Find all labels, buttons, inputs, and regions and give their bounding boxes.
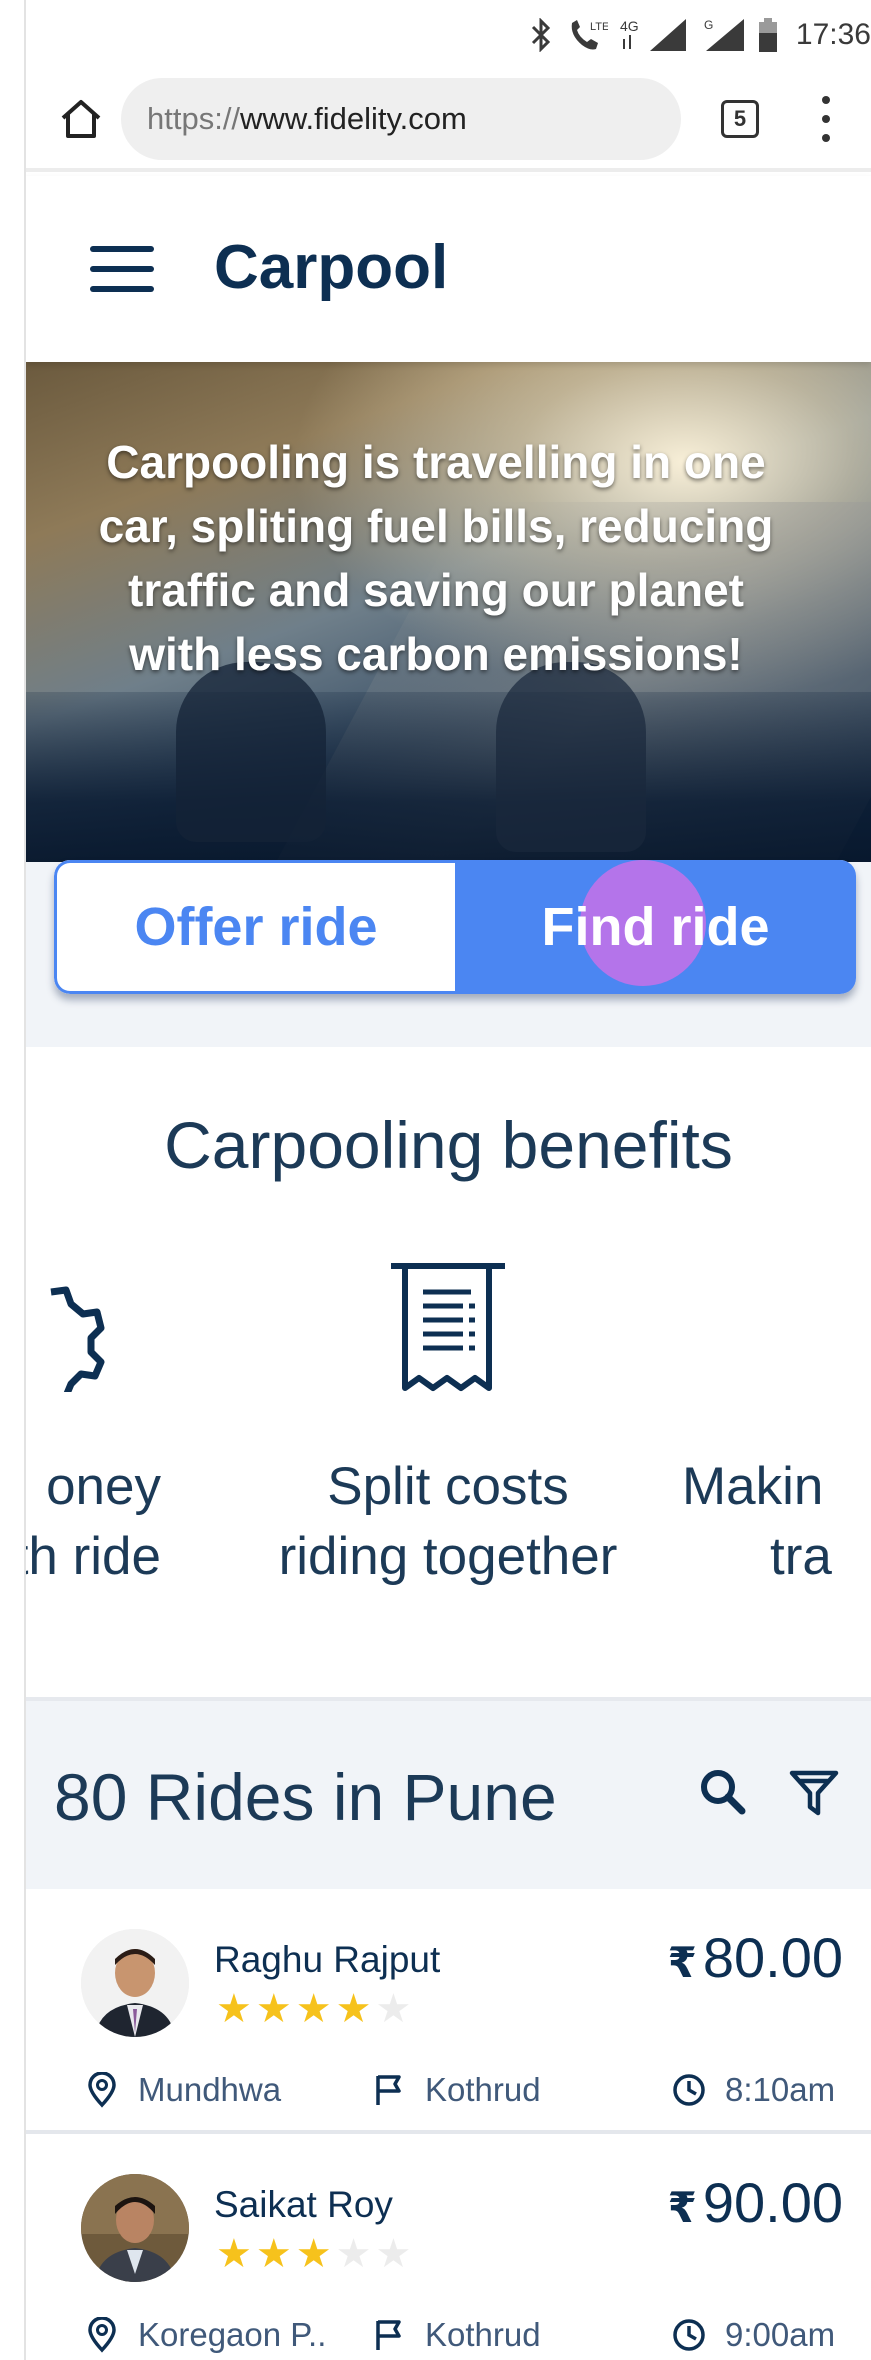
benefit-line: th ride [26,1527,161,1586]
origin-label: Koregaon P.. [138,2316,327,2353]
url-field[interactable]: https://www.fidelity.com [121,78,681,160]
benefit-line: riding together [278,1527,618,1586]
offer-ride-button[interactable]: Offer ride [54,860,455,994]
clock-icon [673,2319,705,2351]
screen-edge [0,0,26,2360]
app-title: Carpool [214,233,449,302]
url-scheme: https:// [147,101,241,136]
page: LTE 4G G 17:36 https://www.fidelity.com … [26,0,871,2360]
star-icon: ★ [375,1987,412,2031]
hero-car-image [26,692,871,862]
hero-person-image [496,662,646,852]
time-label: 8:10am [725,2071,836,2108]
driver-name: Raghu Rajput [214,1939,441,1980]
price-value: 90.00 [702,2171,843,2234]
origin-label: Mundhwa [138,2071,282,2108]
filter-icon[interactable] [784,1763,844,1823]
destination-label: Kothrud [425,2316,541,2353]
ride-card[interactable]: Raghu Rajput ★ ★ ★ ★ ★ ₹ 80.00 Mundhwa K… [26,1889,871,2134]
app-header: Carpool [26,176,871,362]
clock: 17:36 [795,18,871,51]
star-icon: ★ [216,1987,252,2031]
star-icon: ★ [255,1987,292,2031]
benefit-card: oney th ride [26,1262,161,1592]
clock-icon [673,2074,705,2106]
more-vert-icon[interactable] [816,96,836,142]
ride-origin: Koregaon P.. [84,2316,326,2354]
benefit-line: Split costs [327,1457,569,1516]
gear-icon [50,1286,105,1392]
flag-icon [376,2320,401,2350]
ride-destination: Kothrud [371,2071,541,2109]
tab-count: 5 [733,106,747,131]
signal-4g-icon: 4G [620,18,686,51]
benefit-card: Split costs riding together [228,1262,668,1592]
currency-symbol: ₹ [667,1939,697,1986]
hero-person-image [176,662,326,842]
ride-price: ₹ 80.00 [668,1925,843,1990]
benefits-section: Carpooling benefits oney th ride Split c… [26,1047,871,1697]
battery-icon [758,18,777,52]
url-host: www.fidelity.com [240,101,467,136]
offer-ride-label: Offer ride [134,897,378,957]
signal-g-icon: G [704,18,744,51]
star-icon: ★ [295,2232,332,2276]
time-label: 9:00am [725,2316,836,2353]
tabs-button[interactable]: 5 [721,100,759,138]
receipt-icon [391,1263,505,1391]
hero-banner: Carpooling is travelling in one car, spl… [26,362,871,862]
rides-header: 80 Rides in Pune [26,1697,871,1889]
star-icon: ★ [216,2232,252,2276]
rides-count-title: 80 Rides in Pune [54,1760,557,1834]
avatar [81,2174,189,2282]
benefit-line: oney [46,1457,161,1516]
home-icon[interactable] [56,94,106,144]
price-value: 80.00 [702,1926,843,1989]
search-icon[interactable] [694,1763,754,1823]
location-pin-icon [88,2317,116,2353]
star-icon: ★ [375,2232,412,2276]
flag-icon [376,2075,401,2105]
ride-origin: Mundhwa [84,2071,281,2109]
call-lte-icon: LTE [571,20,608,50]
hamburger-icon[interactable] [90,246,154,292]
status-icons: LTE 4G G 17:36 [528,14,871,56]
browser-toolbar: https://www.fidelity.com 5 [26,70,871,172]
star-icon: ★ [335,2232,372,2276]
location-pin-icon [88,2072,116,2108]
ride-time: 9:00am [671,2316,835,2354]
star-icon: ★ [295,1987,332,2031]
rating-stars: ★ ★ ★ ★ ★ [216,2232,411,2276]
destination-label: Kothrud [425,2071,541,2108]
currency-symbol: ₹ [667,2184,697,2231]
status-bar: LTE 4G G 17:36 [26,0,871,70]
network-label: 4G [620,18,639,34]
rating-stars: ★ ★ ★ ★ ★ [216,1987,411,2031]
ride-time: 8:10am [671,2071,835,2109]
benefit-line: Makin [682,1457,824,1516]
ride-destination: Kothrud [371,2316,541,2354]
ride-card[interactable]: Saikat Roy ★ ★ ★ ★ ★ ₹ 90.00 Koregaon P.… [26,2134,871,2360]
hero-text: Carpooling is travelling in one car, spl… [98,436,774,680]
ride-price: ₹ 90.00 [668,2170,843,2235]
benefit-card: Makin tra [682,1262,871,1592]
star-icon: ★ [335,1987,372,2031]
benefits-title: Carpooling benefits [164,1108,733,1182]
star-icon: ★ [255,2232,292,2276]
avatar [81,1929,189,2037]
benefit-line: tra [770,1527,832,1586]
find-ride-button[interactable]: Find ride [455,860,856,994]
lte-label: LTE [590,21,608,33]
bluetooth-icon [531,18,551,52]
svg-text:G: G [704,18,713,32]
ride-mode-toggle: Offer ride Find ride [54,860,856,994]
find-ride-label: Find ride [541,897,770,957]
driver-name: Saikat Roy [214,2184,393,2225]
